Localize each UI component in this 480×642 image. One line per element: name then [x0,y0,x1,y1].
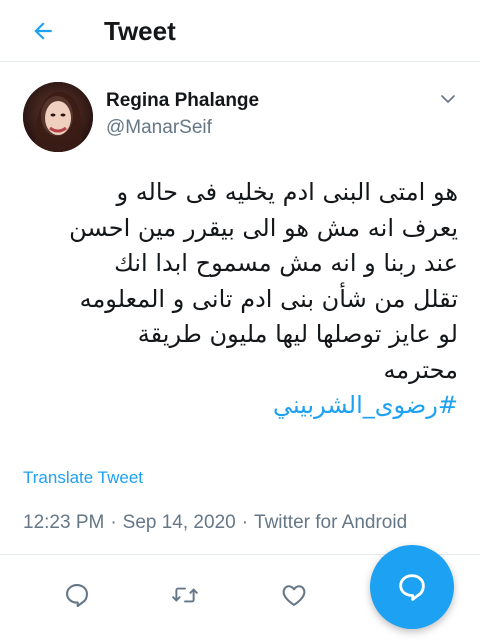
tweet-date: Sep 14, 2020 [122,512,236,533]
page-title: Tweet [104,16,176,46]
top-bar: Tweet [0,0,480,62]
tweet-line: يعرف انه مش هو الى بيقرر مين احسن [69,213,458,242]
like-button[interactable] [280,581,308,609]
retweet-button[interactable] [171,581,199,609]
reply-button[interactable] [63,581,91,609]
reply-icon [66,584,88,608]
author-handle[interactable]: @ManarSeif [106,116,212,140]
tweet-time: 12:23 PM [23,512,105,533]
chevron-down-icon [441,95,455,103]
profile-photo [23,82,93,152]
more-options-button[interactable] [436,87,460,111]
separator: · [110,512,117,533]
hashtag-link[interactable]: #رضوى_الشربيني [18,388,458,424]
retweet-icon [172,587,198,603]
tweet-line: محترمه [383,355,458,384]
avatar[interactable] [23,82,93,152]
author-display-name[interactable]: Regina Phalange [106,89,259,113]
translate-tweet-link[interactable]: Translate Tweet [23,468,143,488]
tweet-line: عند ربنا و انه مش مسموح ابدا انك [114,249,458,277]
arrow-left-icon [34,22,52,40]
compose-reply-icon [399,574,425,601]
separator: · [241,512,249,533]
heart-icon [282,585,306,606]
tweet-line: تقلل من شأن بنى ادم تانى و المعلومه [79,284,458,313]
tweet-line: هو امتى البنى ادم يخليه فى حاله و [116,178,458,206]
compose-reply-button[interactable] [370,545,454,629]
tweet-source[interactable]: Twitter for Android [254,512,407,533]
tweet-text: هو امتى البنى ادم يخليه فى حاله و يعرف ا… [18,175,458,424]
back-button[interactable] [26,14,60,48]
tweet-metadata: 12:23 PM · Sep 14, 2020 · Twitter for Androi… [23,511,407,535]
tweet-line: لو عايز توصلها ليها مليون طريقة [137,320,458,348]
